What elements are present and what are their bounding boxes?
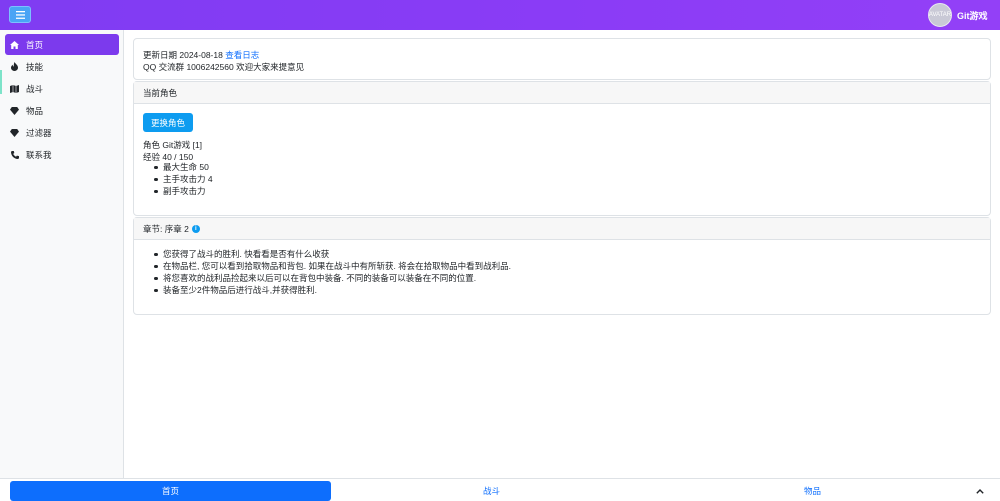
sidebar-edge-accent <box>0 70 2 94</box>
sidebar-item-label: 联系我 <box>26 149 52 160</box>
phone-icon <box>10 150 19 159</box>
bottom-tab-items[interactable]: 物品 <box>652 481 973 501</box>
chapter-card-header: 章节: 序章 2 i <box>134 218 990 240</box>
chapter-card: 章节: 序章 2 i 您获得了战斗的胜利. 快看看是否有什么收获 在物品栏, 您… <box>133 217 991 315</box>
list-item: 最大生命 50 <box>153 161 213 173</box>
list-item: 您获得了战斗的胜利. 快看看是否有什么收获 <box>153 248 511 260</box>
sidebar-item-battle[interactable]: 战斗 <box>5 78 119 99</box>
sidebar-item-label: 首页 <box>26 39 44 50</box>
update-date-text: 更新日期 2024-08-18 <box>143 50 223 60</box>
username[interactable]: Git游戏 <box>957 9 988 22</box>
update-date-line: 更新日期 2024-08-18 查看日志 <box>143 49 259 61</box>
character-card-header: 当前角色 <box>134 82 990 104</box>
changelog-link[interactable]: 查看日志 <box>225 50 259 60</box>
qq-group-text: QQ 交流群 1006242560 欢迎大家来提意见 <box>143 62 305 72</box>
sidebar-item-label: 物品 <box>26 105 44 116</box>
chapter-title: 章节: 序章 2 <box>143 223 189 234</box>
list-item: 装备至少2件物品后进行战斗,并获得胜利. <box>153 284 511 296</box>
gem-icon <box>10 106 19 115</box>
sidebar-item-items[interactable]: 物品 <box>5 100 119 121</box>
hamburger-icon <box>15 10 25 19</box>
list-item: 将您喜欢的战利品捡起来以后可以在背包中装备. 不同的装备可以装备在不同的位置. <box>153 272 511 284</box>
home-icon <box>10 40 19 49</box>
info-icon[interactable]: i <box>191 224 200 233</box>
top-navbar: AVATAR Git游戏 <box>0 0 1000 30</box>
list-item: 在物品栏, 您可以看到拾取物品和背包. 如果在战斗中有所斩获. 将会在拾取物品中… <box>153 260 511 272</box>
sidebar-item-skills[interactable]: 技能 <box>5 56 119 77</box>
gem-icon <box>10 128 19 137</box>
change-character-button[interactable]: 更换角色 <box>143 113 194 132</box>
sidebar: 首页 技能 战斗 物品 过滤器 联系我 <box>0 30 124 478</box>
chapter-tips-list: 您获得了战斗的胜利. 快看看是否有什么收获 在物品栏, 您可以看到拾取物品和背包… <box>153 248 511 296</box>
avatar-text: AVATAR <box>928 12 952 18</box>
character-name-line: 角色 Git游戏 [1] <box>143 140 203 150</box>
sidebar-item-contact[interactable]: 联系我 <box>5 144 119 165</box>
character-card: 当前角色 更换角色 角色 Git游戏 [1] 经验 40 / 150 最大生命 … <box>133 81 991 216</box>
character-stats-list: 最大生命 50 主手攻击力 4 副手攻击力 <box>153 161 213 197</box>
chevron-up-icon[interactable] <box>973 484 987 498</box>
avatar[interactable]: AVATAR <box>928 3 952 27</box>
sidebar-item-label: 战斗 <box>26 83 44 94</box>
fire-icon <box>10 62 19 71</box>
menu-toggle-button[interactable] <box>9 6 31 23</box>
sidebar-item-home[interactable]: 首页 <box>5 34 119 55</box>
sidebar-item-label: 技能 <box>26 61 44 72</box>
list-item: 主手攻击力 4 <box>153 173 213 185</box>
bottom-tab-battle[interactable]: 战斗 <box>331 481 652 501</box>
bottom-tab-home[interactable]: 首页 <box>10 481 331 501</box>
list-item: 副手攻击力 <box>153 185 213 197</box>
map-icon <box>10 84 19 93</box>
character-card-title: 当前角色 <box>143 87 178 98</box>
sidebar-item-filter[interactable]: 过滤器 <box>5 122 119 143</box>
sidebar-item-label: 过滤器 <box>26 127 52 138</box>
bottom-nav: 首页 战斗 物品 <box>0 478 1000 501</box>
update-info-card: 更新日期 2024-08-18 查看日志 QQ 交流群 1006242560 欢… <box>133 38 991 80</box>
